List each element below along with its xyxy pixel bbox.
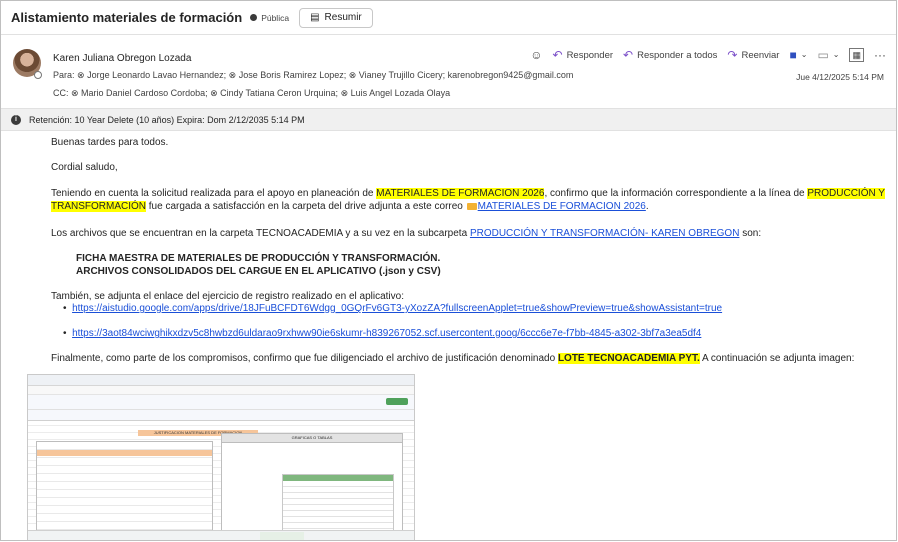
- visibility-label: Pública: [261, 12, 290, 23]
- forward-button[interactable]: ↷ Reenviar: [727, 49, 779, 61]
- chevron-down-icon: ⌄: [800, 50, 808, 59]
- p1-text-b: , confirmo que la información correspond…: [544, 188, 808, 199]
- embedded-spreadsheet-image[interactable]: JUSTIFICACION MATERIALES DE FORMACION GR…: [27, 374, 415, 540]
- p4-text-a: Finalmente, como parte de los compromiso…: [51, 353, 558, 364]
- p1-text-d: .: [645, 201, 649, 212]
- summary-icon: ▤: [310, 11, 320, 23]
- summarize-button[interactable]: ▤ Resumir: [299, 7, 373, 28]
- browser-bar: [28, 375, 414, 386]
- to-recipients[interactable]: ⊗ Jorge Leonardo Lavao Hernandez; ⊗ Jose…: [77, 70, 573, 80]
- reply-icon: ↶: [552, 48, 563, 62]
- subfolder-link[interactable]: PRODUCCIÓN Y TRANSFORMACIÓN- KAREN OBREG…: [470, 228, 739, 239]
- p1-text-c: fue cargada a satisfacción en la carpeta…: [146, 201, 466, 212]
- greeting: Buenas tardes para todos.: [51, 137, 169, 148]
- reply-button[interactable]: ↶ Responder: [553, 49, 614, 61]
- p1-highlight-3: TRANSFORMACIÓN: [51, 201, 146, 212]
- paragraph-1-line-2: TRANSFORMACIÓN fue cargada a satisfacció…: [51, 201, 649, 212]
- cc-recipients[interactable]: ⊗ Mario Daniel Cardoso Cordoba; ⊗ Cindy …: [71, 88, 450, 98]
- p2-text-b: son:: [739, 228, 762, 239]
- info-icon: i: [11, 114, 21, 125]
- share-button: [386, 398, 408, 405]
- immersive-reader-icon[interactable]: ▦: [849, 48, 864, 62]
- bullet: •: [63, 328, 73, 339]
- retention-banner: i Retención: 10 Year Delete (10 años) Ex…: [1, 108, 896, 131]
- p4-highlight: LOTE TECNOACADEMIA PYT.: [557, 353, 700, 364]
- sheet-tabs: [28, 530, 414, 540]
- sheet-inner-header: [283, 475, 393, 481]
- apps-icon: ▭: [817, 48, 829, 62]
- chevron-down-icon: ⌄: [832, 50, 840, 59]
- p2-text-a: Los archivos que se encuentran en la car…: [51, 228, 470, 239]
- to-line: Para: ⊗ Jorge Leonardo Lavao Hernandez; …: [53, 70, 573, 81]
- drive-folder-link[interactable]: MATERIALES DE FORMACION 2026: [478, 201, 646, 212]
- cc-label: CC:: [53, 88, 69, 98]
- reply-all-label: Responder a todos: [637, 49, 718, 61]
- p1-highlight-1: MATERIALES DE FORMACION 2026: [376, 188, 545, 199]
- sender-name[interactable]: Karen Juliana Obregon Lozada: [53, 53, 191, 64]
- paragraph-2: Los archivos que se encuentran en la car…: [51, 228, 761, 239]
- email-reading-pane: Alistamiento materiales de formación Púb…: [0, 0, 897, 541]
- more-options-icon[interactable]: ···: [874, 49, 886, 61]
- message-actions: ☺ ↶ Responder ↶ Responder a todos ↷ Reen…: [530, 48, 886, 62]
- reply-all-button[interactable]: ↶ Responder a todos: [623, 49, 717, 61]
- sheet-right-table: GRAFICAS O TABLAS: [221, 433, 403, 535]
- sheet-left-table: [36, 441, 213, 533]
- list-item-link-1: • https://aistudio.google.com/apps/drive…: [63, 303, 722, 314]
- message-header: Karen Juliana Obregon Lozada Para: ⊗ Jor…: [1, 35, 896, 107]
- paragraph-4: Finalmente, como parte de los compromiso…: [51, 353, 854, 364]
- presence-icon: [34, 71, 42, 79]
- apps-button[interactable]: ▭ ⌄: [817, 49, 839, 61]
- emoji-reaction-icon[interactable]: ☺: [530, 49, 542, 61]
- retention-text: Retención: 10 Year Delete (10 años) Expi…: [29, 114, 305, 125]
- p1-text-a: Teniendo en cuenta la solicitud realizad…: [51, 188, 377, 199]
- visibility-badge: Pública: [250, 13, 289, 23]
- paragraph-1-line-1: Teniendo en cuenta la solicitud realizad…: [51, 188, 885, 199]
- sheet-inner-table: [282, 474, 394, 534]
- salutation: Cordial saludo,: [51, 162, 118, 173]
- file-item-2: ARCHIVOS CONSOLIDADOS DEL CARGUE EN EL A…: [76, 266, 441, 277]
- p1-highlight-2: PRODUCCIÓN Y: [807, 188, 885, 199]
- forward-icon: ↷: [727, 48, 738, 62]
- sent-date: Jue 4/12/2025 5:14 PM: [796, 72, 884, 82]
- aistudio-link[interactable]: https://aistudio.google.com/apps/drive/1…: [72, 303, 722, 314]
- sheet-right-header: GRAFICAS O TABLAS: [222, 434, 402, 443]
- p4-text-b: A continuación se adjunta imagen:: [699, 353, 855, 364]
- sheets-menu-bar: [28, 395, 414, 410]
- teams-icon: ■: [789, 48, 797, 62]
- teams-button[interactable]: ■ ⌄: [789, 49, 807, 61]
- forward-label: Reenviar: [741, 49, 780, 61]
- usercontent-link[interactable]: https://3aot84wciwghikxdzv5c8hwbzd6uldar…: [72, 328, 701, 339]
- globe-icon: [250, 14, 258, 21]
- email-subject: Alistamiento materiales de formación: [11, 10, 243, 25]
- reply-label: Responder: [566, 49, 614, 61]
- cc-line: CC: ⊗ Mario Daniel Cardoso Cordoba; ⊗ Ci…: [53, 88, 450, 99]
- subject-bar: Alistamiento materiales de formación Púb…: [1, 1, 896, 35]
- reply-all-icon: ↶: [623, 48, 634, 62]
- bookmarks-bar: [28, 386, 414, 395]
- file-item-1: FICHA MAESTRA DE MATERIALES DE PRODUCCIÓ…: [76, 253, 441, 264]
- bullet: •: [63, 303, 73, 314]
- summarize-label: Resumir: [324, 12, 362, 23]
- folder-icon: [466, 203, 477, 210]
- to-label: Para:: [53, 70, 75, 80]
- sheet-section-header: [37, 450, 212, 456]
- paragraph-3: También, se adjunta el enlace del ejerci…: [51, 291, 404, 302]
- sheet-tab-active: [260, 532, 304, 540]
- list-item-link-2: • https://3aot84wciwghikxdzv5c8hwbzd6uld…: [63, 328, 701, 339]
